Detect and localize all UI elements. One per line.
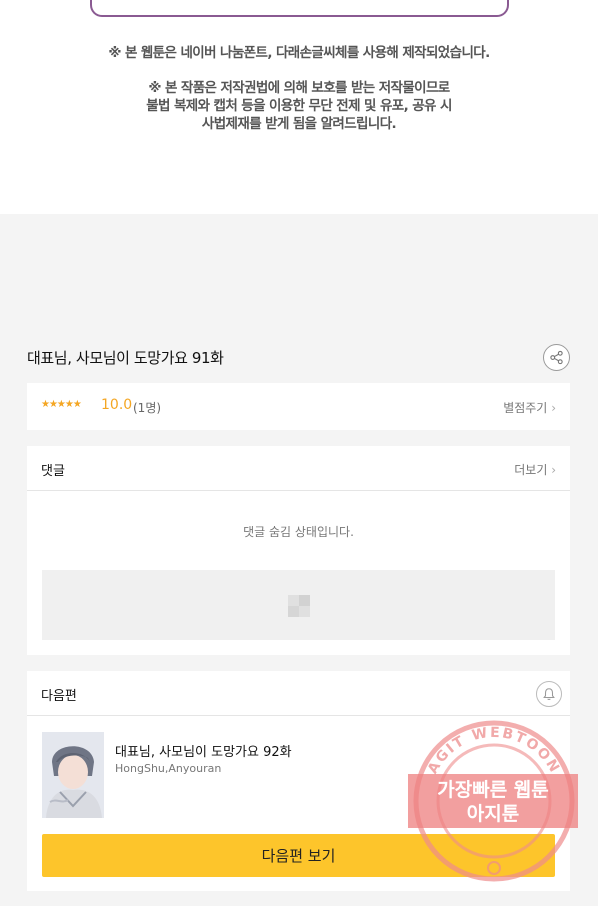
chevron-right-icon: ›	[551, 463, 556, 477]
content-frame-bottom	[90, 0, 509, 17]
comments-more-button[interactable]: 더보기 ›	[514, 461, 556, 478]
rating-card: ★★★★★ 10.0 (1명) 별점주기 ›	[27, 383, 570, 430]
comments-label: 댓글	[41, 464, 65, 479]
watermark-line-2: 아지툰	[467, 803, 519, 825]
notify-button[interactable]	[536, 681, 562, 707]
image-placeholder-icon	[288, 595, 310, 617]
next-episode-authors: HongShu,Anyouran	[115, 762, 222, 775]
next-episode-title[interactable]: 대표님, 사모님이 도망가요 92화	[115, 741, 292, 760]
rate-button-label: 별점주기	[503, 401, 548, 415]
copyright-line-2: 불법 복제와 캡처 등을 이용한 무단 전제 및 유포, 공유 시	[146, 98, 452, 114]
copyright-line-3: 사법제재를 받게 됨을 알려드립니다.	[201, 116, 397, 132]
thumbnail-artwork	[42, 732, 104, 818]
episode-title: 대표님, 사모님이 도망가요 91화	[27, 349, 224, 367]
comments-hidden-message: 댓글 숨김 상태입니다.	[243, 525, 354, 539]
ad-placeholder	[42, 570, 555, 640]
bell-icon	[543, 688, 555, 700]
agit-webtoon-watermark-stamp: AGIT WEBTOON 가장빠른 웹툰 아지툰	[408, 720, 578, 882]
comments-more-label: 더보기	[514, 463, 548, 477]
next-episode-thumbnail[interactable]	[42, 732, 104, 818]
comments-header: 댓글 더보기 ›	[27, 446, 570, 491]
comments-card: 댓글 더보기 › 댓글 숨김 상태입니다.	[27, 446, 570, 655]
watermark-line-1: 가장빠른 웹툰	[437, 779, 549, 801]
font-notice: ※ 본 웹툰은 네이버 나눔폰트, 다래손글씨체를 사용해 제작되었습니다.	[108, 45, 490, 61]
episode-end-notice-area: ※ 본 웹툰은 네이버 나눔폰트, 다래손글씨체를 사용해 제작되었습니다. ※…	[0, 0, 598, 214]
chevron-right-icon: ›	[551, 401, 556, 415]
svg-text:AGIT WEBTOON: AGIT WEBTOON	[425, 725, 563, 777]
copyright-notice: ※ 본 작품은 저작권법에 의해 보호를 받는 저작물이므로 불법 복제와 캡처…	[0, 79, 598, 133]
share-button[interactable]	[543, 344, 570, 371]
watermark-arc-text: AGIT WEBTOON	[425, 725, 561, 777]
next-episode-label: 다음편	[41, 689, 77, 704]
rating-count: (1명)	[133, 401, 162, 415]
copyright-line-1: ※ 본 작품은 저작권법에 의해 보호를 받는 저작물이므로	[148, 80, 450, 96]
rate-button[interactable]: 별점주기 ›	[503, 399, 556, 416]
rating-score: 10.0	[101, 397, 133, 413]
next-episode-header: 다음편	[27, 671, 570, 716]
share-icon	[550, 350, 563, 365]
rating-stars: ★★★★★	[41, 399, 82, 410]
